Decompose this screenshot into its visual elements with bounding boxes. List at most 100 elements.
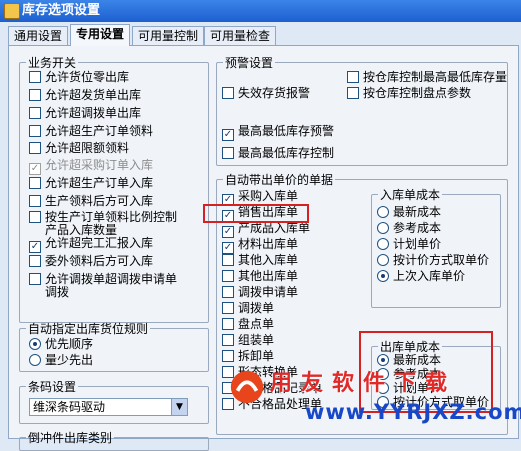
barcode-legend: 条码设置 [28, 380, 77, 394]
check-icon: ✓ [29, 163, 41, 175]
yonyou-logo-icon [230, 370, 264, 404]
checkbox-icon [29, 142, 41, 154]
inbound-cost-radio[interactable]: 参考成本 [377, 222, 441, 235]
checkbox-icon [29, 195, 41, 207]
location-min-qty-radio[interactable]: 量少先出 [29, 354, 93, 367]
auto-price-doc-checkbox[interactable]: 盘点单 [222, 318, 274, 331]
radio-dot-icon [377, 222, 389, 234]
check-icon: ✓ [222, 226, 234, 238]
radio-label: 按计价方式取单价 [393, 253, 490, 267]
watermark-text: 用友软件下载 [270, 371, 457, 396]
radio-label: 计划单价 [393, 237, 442, 251]
auto-price-doc-checkbox[interactable]: 其他入库单 [222, 254, 298, 267]
checkbox-label: 产成品入库单 [238, 221, 311, 235]
location-priority-radio[interactable]: 优先顺序 [29, 338, 93, 351]
checkbox-icon [347, 87, 359, 99]
return-category-legend: 倒冲件出库类别 [28, 431, 113, 445]
checkbox-label: 拆卸单 [238, 349, 275, 363]
barcode-driver-select[interactable]: 维深条码驱动 ▼ [29, 398, 188, 416]
warning-legend: 预警设置 [225, 56, 274, 70]
business-switch-checkbox[interactable]: 允许超发货单出库 [29, 89, 141, 102]
checkbox-icon [29, 107, 41, 119]
warehouse-count-param-checkbox[interactable]: 按仓库控制盘点参数 [347, 87, 471, 100]
business-switch-checkbox[interactable]: 生产领料后方可入库 [29, 195, 153, 208]
auto-price-doc-checkbox[interactable]: 其他出库单 [222, 270, 298, 283]
check-icon: ✓ [29, 241, 41, 253]
auto-price-doc-checkbox[interactable]: ✓ 材料出库单 [222, 238, 298, 254]
checkbox-icon [29, 89, 41, 101]
checkbox-icon [222, 147, 234, 159]
business-switch-checkbox[interactable]: 委外领料后方可入库 [29, 255, 153, 268]
business-switch-checkbox[interactable]: 允许超调拨单出库 [29, 107, 141, 120]
auto-price-doc-checkbox[interactable]: 调拨申请单 [222, 286, 298, 299]
business-switch-checkbox[interactable]: 允许货位零出库 [29, 71, 129, 84]
checkbox-label-line2: 调拨 [45, 285, 70, 299]
checkbox-icon [222, 270, 234, 282]
app-icon [4, 3, 20, 19]
auto-price-doc-checkbox[interactable]: ✓ 产成品入库单 [222, 222, 310, 238]
inbound-cost-radio[interactable]: 按计价方式取单价 [377, 254, 489, 267]
checkbox-label: 允许超调拨单出库 [45, 106, 142, 120]
auto-price-docs-legend: 自动带出单价的单据 [225, 173, 334, 187]
tab-availability-control[interactable]: 可用量控制 [132, 26, 205, 45]
checkbox-label: 允许超发货单出库 [45, 88, 142, 102]
checkbox-icon [222, 350, 234, 362]
tab-availability-check[interactable]: 可用量检查 [204, 26, 277, 45]
checkbox-label: 采购入库单 [238, 189, 299, 203]
inbound-cost-radio[interactable]: 计划单价 [377, 238, 441, 251]
inbound-cost-radio[interactable]: 上次入库单价 [377, 270, 465, 283]
business-switch-checkbox[interactable]: 按生产订单领料比例控制 产品入库数量 [29, 211, 177, 237]
stock-limit-control-checkbox[interactable]: 最高最低库存控制 [222, 147, 334, 160]
checkbox-icon [222, 318, 234, 330]
checkbox-label: 允许超生产订单领料 [45, 124, 154, 138]
business-switch-legend: 业务开关 [28, 56, 77, 70]
return-category-group: 倒冲件出库类别 [19, 429, 209, 451]
checkbox-label: 其他入库单 [238, 253, 299, 267]
checkbox-label: 允许超限额领料 [45, 141, 130, 155]
watermark-url: www.YYRJXZ.com [305, 400, 521, 424]
radio-dot-icon [377, 254, 389, 266]
checkbox-label: 盘点单 [238, 317, 275, 331]
checkbox-label: 生产领料后方可入库 [45, 194, 154, 208]
checkbox-label: 允许超完工汇报入库 [45, 236, 154, 250]
checkbox-icon [222, 87, 234, 99]
expired-stock-alarm-checkbox[interactable]: 失效存货报警 [222, 87, 310, 100]
checkbox-icon [29, 125, 41, 137]
highlight-sales-outbound [203, 204, 309, 223]
checkbox-icon [29, 255, 41, 267]
radio-label: 参考成本 [393, 221, 442, 235]
auto-price-doc-checkbox[interactable]: 拆卸单 [222, 350, 274, 363]
checkbox-label: 其他出库单 [238, 269, 299, 283]
checkbox-icon [347, 71, 359, 83]
business-switch-checkbox[interactable]: 允许超限额领料 [29, 142, 129, 155]
radio-dot-icon [29, 354, 41, 366]
checkbox-label: 允许货位零出库 [45, 70, 130, 84]
inbound-cost-radio[interactable]: 最新成本 [377, 206, 441, 219]
business-switch-checkbox[interactable]: ✓ 允许超采购订单入库 [29, 159, 153, 175]
inbound-cost-legend: 入库单成本 [380, 188, 441, 202]
business-switch-checkbox[interactable]: 允许超生产订单入库 [29, 177, 153, 190]
radio-label: 最新成本 [393, 205, 442, 219]
business-switch-checkbox[interactable]: 允许超生产订单领料 [29, 125, 153, 138]
stock-limit-warning-checkbox[interactable]: ✓ 最高最低库存预警 [222, 125, 334, 141]
auto-price-doc-checkbox[interactable]: 调拨单 [222, 302, 274, 315]
checkbox-icon [222, 286, 234, 298]
chevron-down-icon: ▼ [171, 399, 187, 415]
checkbox-label: 允许超生产订单入库 [45, 176, 154, 190]
check-icon: ✓ [222, 129, 234, 141]
radio-dot-icon [377, 270, 389, 282]
checkbox-label: 委外领料后方可入库 [45, 254, 154, 268]
checkbox-icon [222, 302, 234, 314]
auto-location-legend: 自动指定出库货位规则 [28, 322, 149, 336]
checkbox-label: 材料出库单 [238, 237, 299, 251]
checkbox-label: 调拨申请单 [238, 285, 299, 299]
radio-dot-icon [377, 206, 389, 218]
business-switch-checkbox[interactable]: 允许调拨单超调拨申请单 调拨 [29, 273, 177, 299]
tab-dedicated-settings[interactable]: 专用设置 [70, 24, 131, 46]
warehouse-stock-limit-checkbox[interactable]: 按仓库控制最高最低库存量 [347, 71, 507, 84]
tab-general-settings[interactable]: 通用设置 [8, 26, 69, 45]
business-switch-checkbox[interactable]: ✓ 允许超完工汇报入库 [29, 237, 153, 253]
auto-price-doc-checkbox[interactable]: 组装单 [222, 334, 274, 347]
checkbox-icon [29, 273, 41, 285]
window-title: 库存选项设置 [22, 3, 101, 18]
